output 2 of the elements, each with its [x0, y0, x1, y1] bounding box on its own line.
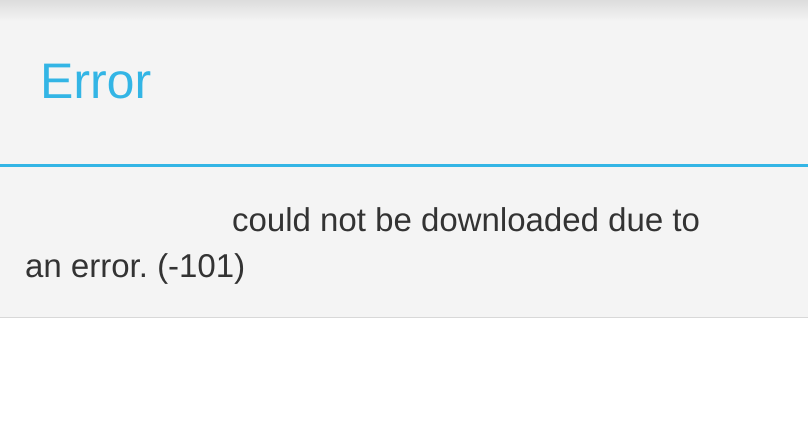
dialog-title: Error: [39, 52, 152, 111]
error-message: could not be downloaded due to an error. (-101): [24, 200, 701, 286]
